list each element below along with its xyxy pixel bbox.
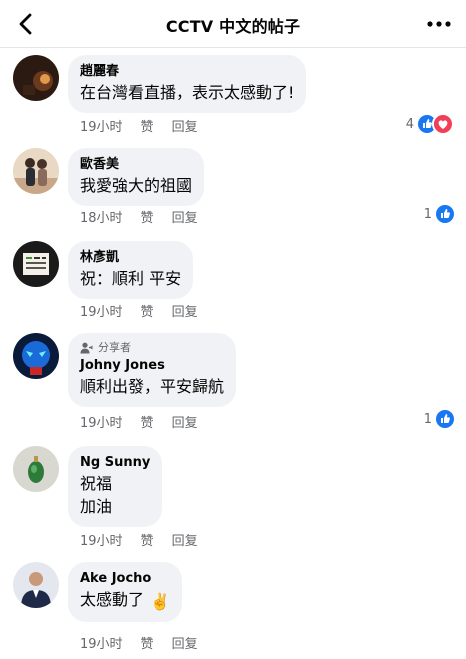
reply-button[interactable]: 回复 [172, 412, 198, 431]
comment-meta: 19小时 赞 回复 [80, 412, 216, 431]
person-share-icon [80, 342, 93, 354]
sharer-label: 分享者 [98, 341, 131, 354]
comment-author[interactable]: Johny Jones [80, 357, 224, 375]
comment-author[interactable]: 歐香美 [80, 156, 192, 174]
comment-text: 祝：順利 平安 [80, 269, 182, 288]
comment-text: 順利出發，平安歸航 [80, 377, 225, 396]
avatar[interactable] [13, 241, 59, 287]
more-options-button[interactable] [424, 12, 454, 36]
comment-meta: 18小时 赞 回复 [80, 207, 216, 226]
reaction-summary[interactable]: 1 [424, 205, 454, 223]
sharer-badge: 分享者 [80, 341, 224, 355]
avatar[interactable] [13, 148, 59, 194]
comment-bubble: 歐香美 我愛強大的祖國 [68, 148, 205, 206]
comment-time[interactable]: 19小时 [80, 412, 123, 431]
like-reaction-icon [436, 205, 454, 223]
avatar[interactable] [13, 333, 59, 379]
like-button[interactable]: 赞 [141, 116, 154, 135]
comment-time[interactable]: 19小时 [80, 116, 123, 135]
reply-button[interactable]: 回复 [172, 530, 198, 549]
comment-time[interactable]: 19小时 [80, 633, 123, 652]
reply-button[interactable]: 回复 [172, 207, 198, 226]
comment-meta: 19小时 赞 回复 [80, 530, 216, 549]
comment-time[interactable]: 18小时 [80, 207, 123, 226]
comment-bubble: 分享者 Johny Jones 順利出發，平安歸航 [68, 333, 237, 407]
victory-hand-emoji: ✌️ [150, 592, 170, 611]
comment-text: 我愛強大的祖國 [80, 176, 193, 195]
comment-time[interactable]: 19小时 [80, 301, 123, 320]
like-button[interactable]: 赞 [141, 412, 154, 431]
like-reaction-icon [436, 410, 454, 428]
reaction-count: 1 [423, 411, 432, 427]
comment-bubble: Ng Sunny 祝福 加油 [68, 446, 163, 527]
reaction-summary[interactable]: 1 [424, 410, 454, 428]
reply-button[interactable]: 回复 [172, 116, 198, 135]
reaction-count: 4 [405, 116, 414, 132]
avatar[interactable] [13, 55, 59, 101]
post-header: CCTV 中文的帖子 [0, 0, 466, 48]
comment-author[interactable]: 林彥凱 [80, 249, 181, 267]
like-button[interactable]: 赞 [141, 530, 154, 549]
love-reaction-icon [432, 113, 454, 135]
comment-meta: 19小时 赞 回复 [80, 633, 216, 652]
avatar[interactable] [13, 446, 59, 492]
comment-bubble: Ake Jocho 太感動了 ✌️ [68, 562, 182, 622]
comment-bubble: 林彥凱 祝：順利 平安 [68, 241, 194, 299]
more-horizontal-icon [427, 21, 451, 27]
comment-author[interactable]: Ng Sunny [80, 454, 150, 472]
like-button[interactable]: 赞 [141, 207, 154, 226]
page-title: CCTV 中文的帖子 [165, 17, 301, 36]
reaction-count: 1 [423, 206, 432, 222]
like-button[interactable]: 赞 [141, 633, 154, 652]
reaction-summary[interactable]: 4 [406, 113, 454, 135]
avatar[interactable] [13, 562, 59, 608]
comment-text: 太感動了 ✌️ [80, 588, 170, 613]
comment-bubble: 趙麗春 在台灣看直播，表示太感動了! [68, 55, 307, 113]
comment-text-line: 祝福 [80, 474, 113, 493]
comment-author[interactable]: Ake Jocho [80, 570, 170, 588]
comment-meta: 19小时 赞 回复 [80, 116, 216, 135]
comment-author[interactable]: 趙麗春 [80, 63, 294, 81]
comment-text: 在台灣看直播，表示太感動了! [80, 83, 295, 102]
comment-text-line: 太感動了 [80, 590, 145, 609]
comment-text: 祝福 加油 [80, 472, 150, 518]
comment-meta: 19小时 赞 回复 [80, 301, 216, 320]
comment-time[interactable]: 19小时 [80, 530, 123, 549]
like-button[interactable]: 赞 [141, 301, 154, 320]
reply-button[interactable]: 回复 [172, 633, 198, 652]
reply-button[interactable]: 回复 [172, 301, 198, 320]
comment-text-line: 加油 [80, 497, 113, 516]
